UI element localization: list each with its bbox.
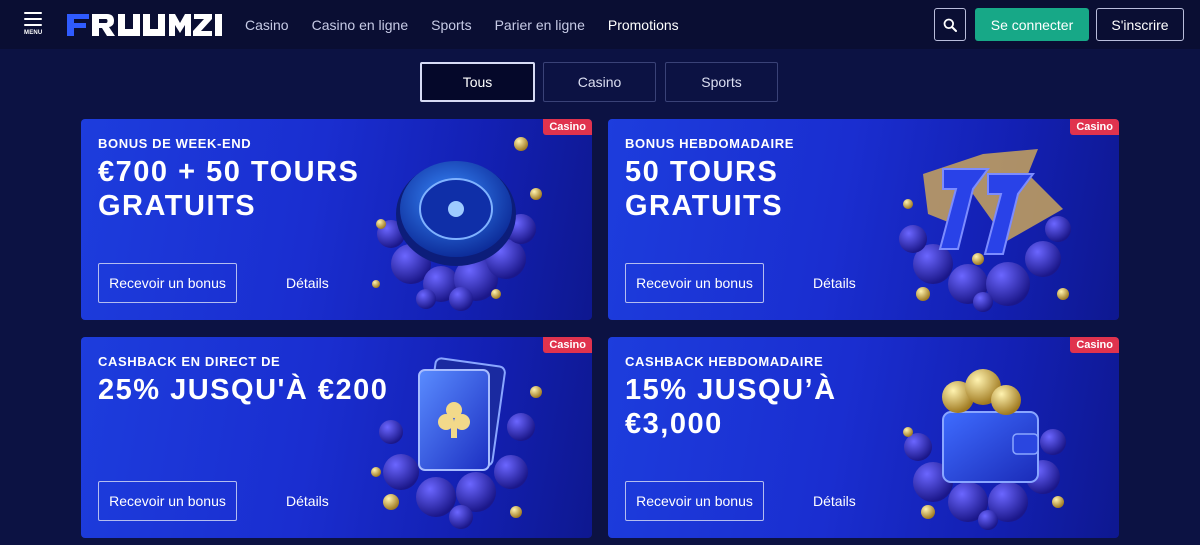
menu-bar-icon (24, 12, 42, 14)
promo-headline: 15% JUSQU’À €3,000 (625, 373, 925, 441)
promo-card-live-cashback: Casino CASHBACK EN DIRECT DE 25% JUSQU'À… (81, 337, 592, 538)
promo-headline-line: €3,000 (625, 408, 723, 440)
lucky-sevens-icon (899, 149, 1071, 312)
promo-headline-line: 25% JUSQU'À €200 (98, 374, 389, 406)
nav-link-parier-en-ligne[interactable]: Parier en ligne (495, 17, 585, 33)
main-nav: Casino Casino en ligne Sports Parier en … (245, 0, 702, 49)
promo-card-weekly-bonus: Casino BONUS HEBDOMADAIRE 50 TOURS GRATU… (608, 119, 1119, 320)
details-link[interactable]: Détails (286, 493, 329, 509)
menu-bar-icon (24, 18, 42, 20)
promo-headline-line: GRATUITS (98, 190, 257, 222)
receive-bonus-button[interactable]: Recevoir un bonus (625, 481, 764, 521)
wallet-coins-icon (903, 369, 1066, 530)
promo-subtitle: CASHBACK HEBDOMADAIRE (625, 354, 824, 369)
category-badge: Casino (543, 337, 592, 353)
details-link[interactable]: Détails (813, 275, 856, 291)
logo[interactable] (67, 12, 227, 38)
promo-headline-line: GRATUITS (625, 190, 784, 222)
promo-headline-line: 50 TOURS (625, 156, 779, 188)
frumzi-logo-icon (67, 14, 222, 36)
promo-headline-line: 15% JUSQU’À (625, 374, 837, 406)
category-badge: Casino (1070, 337, 1119, 353)
search-button[interactable] (934, 8, 966, 41)
receive-bonus-button[interactable]: Recevoir un bonus (98, 263, 237, 303)
tab-tous[interactable]: Tous (420, 62, 535, 102)
menu-button[interactable]: MENU (24, 12, 48, 38)
login-button[interactable]: Se connecter (975, 8, 1089, 41)
nav-link-casino[interactable]: Casino (245, 17, 289, 33)
details-link[interactable]: Détails (286, 275, 329, 291)
roulette-wheel-icon (372, 137, 542, 311)
promo-subtitle: CASHBACK EN DIRECT DE (98, 354, 281, 369)
category-badge: Casino (1070, 119, 1119, 135)
receive-bonus-button[interactable]: Recevoir un bonus (98, 481, 237, 521)
promo-headline: 50 TOURS GRATUITS (625, 155, 925, 223)
promo-subtitle: BONUS DE WEEK-END (98, 136, 252, 151)
promo-card-weekend-bonus: Casino BONUS DE WEEK-END €700 + 50 TOURS… (81, 119, 592, 320)
top-header: MENU Casino Casino en ligne Sports Parie… (0, 0, 1200, 49)
tab-casino[interactable]: Casino (543, 62, 656, 102)
promo-card-weekly-cashback: Casino CASHBACK HEBDOMADAIRE 15% JUSQU’À… (608, 337, 1119, 538)
promo-subtitle: BONUS HEBDOMADAIRE (625, 136, 794, 151)
tab-sports[interactable]: Sports (665, 62, 778, 102)
nav-link-casino-en-ligne[interactable]: Casino en ligne (312, 17, 409, 33)
menu-bar-icon (24, 24, 42, 26)
promo-headline-line: €700 + 50 TOURS (98, 156, 360, 188)
category-badge: Casino (543, 119, 592, 135)
promo-headline: 25% JUSQU'À €200 (98, 373, 398, 407)
promo-headline: €700 + 50 TOURS GRATUITS (98, 155, 398, 223)
nav-link-sports[interactable]: Sports (431, 17, 471, 33)
menu-label: MENU (24, 30, 43, 36)
signup-button[interactable]: S'inscrire (1096, 8, 1184, 41)
receive-bonus-button[interactable]: Recevoir un bonus (625, 263, 764, 303)
nav-link-promotions[interactable]: Promotions (608, 17, 679, 33)
search-icon (943, 18, 957, 32)
details-link[interactable]: Détails (813, 493, 856, 509)
playing-cards-icon (371, 357, 542, 529)
